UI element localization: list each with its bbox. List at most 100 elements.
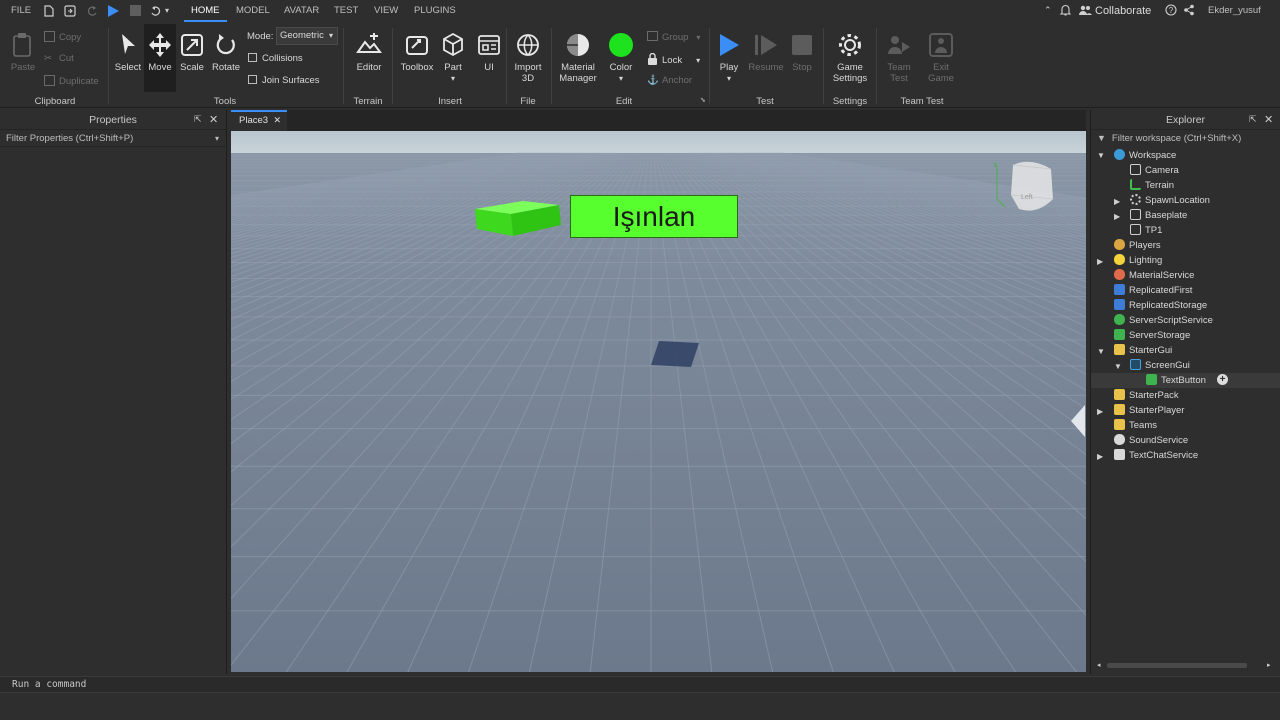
expand-caret-icon[interactable]: ▼ — [1114, 362, 1122, 371]
tab-place3[interactable]: Place3 ✕ — [231, 110, 287, 131]
tree-item-terrain[interactable]: Terrain — [1130, 178, 1174, 193]
stop-button[interactable]: Stop — [788, 32, 816, 73]
exit-game-button[interactable]: Exit Game — [924, 32, 958, 84]
close-icon[interactable]: ✕ — [1264, 113, 1273, 126]
tree-item-serverstorage[interactable]: ServerStorage — [1114, 328, 1190, 343]
import-3d-button[interactable]: Import 3D — [510, 32, 546, 84]
undo-dropdown-icon[interactable]: ▾ — [165, 6, 169, 15]
resume-button[interactable]: Resume — [746, 32, 786, 73]
part-button[interactable]: Part ▾ — [440, 32, 466, 84]
publish-icon[interactable] — [64, 5, 76, 20]
copy-button[interactable]: Copy — [44, 31, 81, 43]
close-icon[interactable]: ✕ — [209, 113, 218, 126]
material-manager-button[interactable]: Material Manager — [556, 32, 600, 84]
play-dropdown-icon[interactable]: ▾ — [727, 74, 731, 83]
team-test-button[interactable]: Team Test — [882, 32, 916, 84]
game-settings-button[interactable]: Game Settings — [828, 32, 872, 84]
join-surfaces-toggle[interactable]: Join Surfaces — [248, 75, 320, 86]
tree-item-lighting[interactable]: Lighting — [1114, 253, 1162, 268]
quick-play-icon[interactable] — [107, 5, 119, 20]
toolbox-button[interactable]: Toolbox — [398, 32, 436, 73]
scroll-left-icon[interactable]: ◂ — [1097, 661, 1101, 669]
tree-item-starterplayer[interactable]: StarterPlayer — [1114, 403, 1184, 418]
color-button[interactable]: Color ▾ — [606, 32, 636, 84]
tab-view[interactable]: VIEW — [374, 0, 398, 22]
expand-caret-icon[interactable]: ▶ — [1097, 407, 1103, 416]
tree-item-players[interactable]: Players — [1114, 238, 1161, 253]
tree-item-baseplate[interactable]: Baseplate — [1130, 208, 1187, 223]
tab-avatar[interactable]: AVATAR — [284, 0, 319, 22]
tree-item-replicatedstorage[interactable]: ReplicatedStorage — [1114, 298, 1207, 313]
collisions-checkbox[interactable] — [248, 53, 257, 62]
tree-item-spawnlocation[interactable]: SpawnLocation — [1130, 193, 1210, 208]
filter-funnel-icon[interactable]: ▼ — [1097, 133, 1106, 143]
tree-item-materialservice[interactable]: MaterialService — [1114, 268, 1194, 283]
group-button[interactable]: Group ▾ — [647, 31, 700, 43]
new-file-icon[interactable] — [44, 5, 54, 20]
command-bar-input[interactable]: Run a command — [0, 676, 1280, 693]
play-button[interactable]: Play ▾ — [714, 32, 744, 84]
share-icon[interactable] — [1183, 4, 1195, 19]
view-cube[interactable]: Y Left — [993, 159, 1063, 221]
tab-model[interactable]: MODEL — [236, 0, 270, 22]
teleport-text-button[interactable]: Işınlan — [570, 195, 738, 238]
explorer-horizontal-scrollbar[interactable]: ◂ ▸ — [1097, 661, 1275, 670]
tab-test[interactable]: TEST — [334, 0, 358, 22]
tree-item-tp1[interactable]: TP1 — [1130, 223, 1162, 238]
tree-item-screengui[interactable]: ScreenGui — [1130, 358, 1190, 373]
color-dropdown-icon[interactable]: ▾ — [619, 74, 623, 83]
ui-button[interactable]: UI — [476, 32, 502, 73]
undock-icon[interactable]: ⇱ — [194, 114, 202, 125]
expand-caret-icon[interactable]: ▶ — [1097, 257, 1103, 266]
add-child-icon[interactable]: + — [1217, 374, 1228, 385]
close-tab-icon[interactable]: ✕ — [273, 112, 281, 129]
tree-item-teams[interactable]: Teams — [1114, 418, 1157, 433]
lock-dropdown-icon[interactable]: ▾ — [696, 56, 700, 65]
tree-item-starterpack[interactable]: StarterPack — [1114, 388, 1179, 403]
notification-bell-icon[interactable] — [1059, 4, 1072, 19]
tree-item-textchatservice[interactable]: TextChatService — [1114, 448, 1198, 463]
edit-expand-icon[interactable]: ⬊ — [700, 96, 706, 104]
anchor-button[interactable]: ⚓ Anchor — [647, 75, 692, 86]
collaborate-button[interactable]: Collaborate — [1095, 0, 1151, 22]
tree-item-camera[interactable]: Camera — [1130, 163, 1179, 178]
viewport-side-chevron[interactable] — [1069, 405, 1086, 437]
file-menu[interactable]: FILE — [11, 0, 31, 22]
tree-item-workspace[interactable]: Workspace — [1114, 148, 1176, 163]
duplicate-button[interactable]: Duplicate — [44, 75, 99, 87]
tree-item-textbutton[interactable]: TextButton — [1146, 373, 1206, 388]
redo-icon[interactable] — [86, 5, 98, 20]
scrollbar-thumb[interactable] — [1107, 663, 1247, 668]
tab-plugins[interactable]: PLUGINS — [414, 0, 456, 22]
3d-viewport[interactable]: Işınlan Y Left — [231, 131, 1086, 672]
filter-properties-input[interactable]: Filter Properties (Ctrl+Shift+P) ▾ — [0, 131, 227, 147]
tree-item-serverscriptservice[interactable]: ServerScriptService — [1114, 313, 1213, 328]
select-tool-button[interactable]: Select — [113, 32, 143, 73]
collisions-toggle[interactable]: Collisions — [248, 53, 303, 64]
mode-dropdown[interactable]: Geometric ▾ — [276, 27, 338, 45]
part-dropdown-icon[interactable]: ▾ — [451, 74, 455, 83]
filter-workspace-input[interactable]: ▼ Filter workspace (Ctrl+Shift+X) — [1091, 131, 1280, 147]
tp1-part[interactable] — [471, 197, 563, 239]
scale-tool-button[interactable]: Scale — [178, 32, 206, 73]
cut-button[interactable]: ✂ Cut — [44, 53, 74, 64]
help-icon[interactable]: ? — [1165, 4, 1177, 19]
move-tool-button[interactable]: Move — [144, 24, 176, 92]
expand-caret-icon[interactable]: ▼ — [1097, 151, 1105, 160]
quick-stop-icon[interactable] — [130, 5, 141, 19]
expand-caret-icon[interactable]: ▶ — [1114, 197, 1120, 206]
username-label[interactable]: Ekder_yusuf — [1208, 0, 1261, 22]
collapse-ribbon-icon[interactable]: ⌃ — [1044, 5, 1052, 16]
expand-caret-icon[interactable]: ▶ — [1114, 212, 1120, 221]
expand-caret-icon[interactable]: ▶ — [1097, 452, 1103, 461]
filter-dropdown-icon[interactable]: ▾ — [215, 131, 219, 146]
expand-caret-icon[interactable]: ▼ — [1097, 347, 1105, 356]
tree-item-startergui[interactable]: StarterGui — [1114, 343, 1172, 358]
tab-home[interactable]: HOME — [184, 0, 227, 22]
lock-button[interactable]: Lock ▾ — [647, 52, 700, 66]
tree-item-replicatedfirst[interactable]: ReplicatedFirst — [1114, 283, 1192, 298]
join-surfaces-checkbox[interactable] — [248, 75, 257, 84]
undock-icon[interactable]: ⇱ — [1249, 114, 1257, 125]
tree-item-soundservice[interactable]: SoundService — [1114, 433, 1188, 448]
undo-icon[interactable] — [150, 5, 162, 20]
